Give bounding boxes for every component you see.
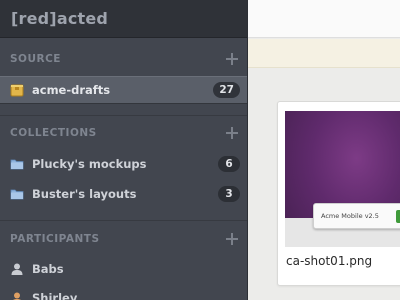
- section-source-label: SOURCE: [10, 53, 61, 65]
- section-source-header: SOURCE: [0, 48, 247, 70]
- section-participants-label: PARTICIPANTS: [10, 233, 100, 245]
- thumbnail-toolbar-text: Acme Mobile v2.5: [321, 212, 379, 220]
- notice-bar: [248, 39, 400, 68]
- main-pane: Acme Mobile v2.5 ca-shot01.png: [248, 0, 400, 300]
- app-header: [red]acted: [0, 0, 247, 38]
- folder-icon: [10, 159, 24, 170]
- add-source-plus-icon[interactable]: [226, 53, 238, 65]
- divider: [0, 115, 247, 116]
- sidebar: [red]acted SOURCE acme-drafts 27 COLLECT…: [0, 0, 248, 300]
- sidebar-item-shirley[interactable]: Shirley: [0, 284, 247, 300]
- sidebar-item-label: Babs: [32, 262, 64, 276]
- count-badge: 6: [218, 156, 240, 172]
- file-card[interactable]: Acme Mobile v2.5 ca-shot01.png: [277, 101, 400, 286]
- divider: [0, 220, 247, 221]
- app-title: [red]acted: [11, 9, 109, 28]
- thumbnail-toolbar: Acme Mobile v2.5: [313, 203, 400, 229]
- sidebar-item-pluckys-mockups[interactable]: Plucky's mockups 6: [0, 150, 247, 178]
- section-collections-header: COLLECTIONS: [0, 122, 247, 144]
- section-participants-header: PARTICIPANTS: [0, 228, 247, 250]
- file-name: ca-shot01.png: [286, 254, 373, 268]
- add-participant-plus-icon[interactable]: [226, 233, 238, 245]
- user-icon: [11, 263, 23, 275]
- user-icon: [13, 292, 21, 300]
- sidebar-item-label: acme-drafts: [32, 83, 111, 97]
- sidebar-item-busters-layouts[interactable]: Buster's layouts 3: [0, 180, 247, 208]
- file-thumbnail[interactable]: Acme Mobile v2.5: [285, 111, 400, 247]
- sidebar-item-acme-drafts[interactable]: acme-drafts 27: [0, 76, 247, 104]
- count-badge: 27: [213, 82, 240, 98]
- folder-icon: [10, 189, 24, 200]
- add-collection-plus-icon[interactable]: [226, 127, 238, 139]
- sidebar-item-babs[interactable]: Babs: [0, 255, 247, 283]
- section-collections-label: COLLECTIONS: [10, 127, 97, 139]
- download-icon: [396, 210, 400, 223]
- package-icon: [10, 84, 24, 97]
- main-toolbar: [248, 0, 400, 38]
- sidebar-item-label: Plucky's mockups: [32, 157, 147, 171]
- sidebar-item-label: Shirley: [32, 291, 78, 300]
- sidebar-item-label: Buster's layouts: [32, 187, 137, 201]
- count-badge: 3: [218, 186, 240, 202]
